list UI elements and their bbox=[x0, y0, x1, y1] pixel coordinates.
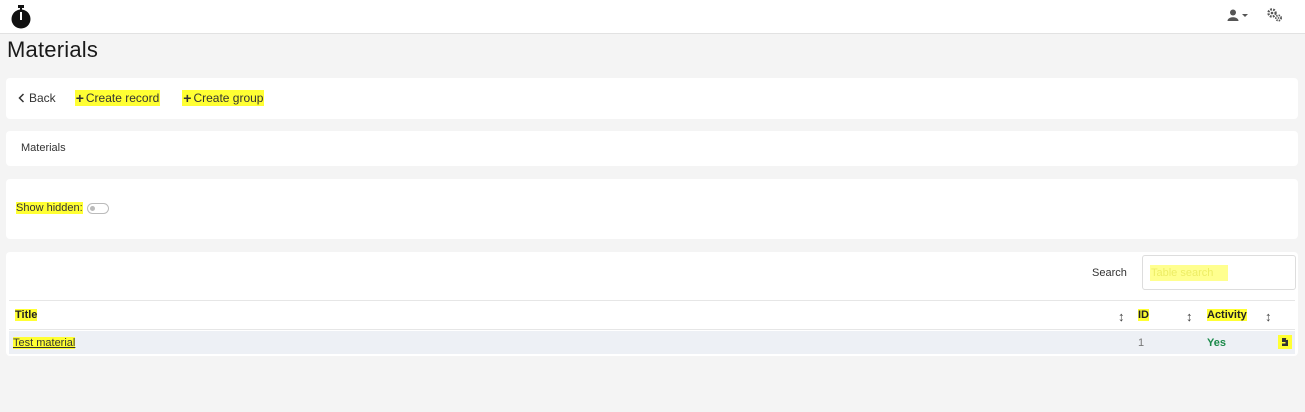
edit-document-icon bbox=[1280, 338, 1288, 346]
caret-down-icon bbox=[1242, 14, 1248, 17]
record-id: 1 bbox=[1138, 336, 1145, 349]
column-header-activity[interactable]: Activity bbox=[1207, 301, 1247, 329]
breadcrumb-card: Materials bbox=[6, 131, 1298, 166]
filter-card: Show hidden: bbox=[6, 179, 1298, 239]
stopwatch-icon[interactable] bbox=[10, 5, 32, 29]
create-record-label: Create record bbox=[85, 91, 160, 105]
table-search-input[interactable] bbox=[1142, 255, 1296, 290]
show-hidden-filter: Show hidden: bbox=[16, 202, 109, 214]
cell-activity: Yes bbox=[1207, 331, 1226, 354]
edit-record-button[interactable] bbox=[1278, 335, 1292, 349]
cell-id: 1 bbox=[1138, 331, 1144, 354]
table-row: Test material 1 Yes bbox=[9, 331, 1295, 354]
sort-id-icon[interactable]: ↕ bbox=[1186, 309, 1193, 324]
table-header: Title ↕ ID ↕ Activity ↕ bbox=[9, 300, 1295, 330]
back-button[interactable]: Back bbox=[18, 91, 56, 105]
plus-icon: + bbox=[75, 90, 84, 106]
sort-activity-icon[interactable]: ↕ bbox=[1265, 309, 1272, 324]
search-label: Search bbox=[1092, 267, 1127, 279]
show-hidden-label: Show hidden: bbox=[16, 202, 83, 214]
record-title-link[interactable]: Test material bbox=[13, 336, 76, 349]
create-group-button[interactable]: + Create group bbox=[182, 90, 265, 106]
create-group-label: Create group bbox=[193, 91, 264, 105]
column-header-title-label: Title bbox=[15, 309, 38, 321]
breadcrumb[interactable]: Materials bbox=[21, 142, 66, 154]
top-navbar bbox=[0, 0, 1305, 34]
toggle-knob bbox=[89, 205, 95, 211]
actions-card: Back + Create record + Create group bbox=[6, 78, 1298, 119]
plus-icon: + bbox=[183, 90, 192, 106]
settings-button[interactable] bbox=[1267, 8, 1283, 22]
column-header-activity-label: Activity bbox=[1207, 309, 1247, 321]
sort-title-icon[interactable]: ↕ bbox=[1118, 309, 1125, 324]
cell-title: Test material bbox=[13, 331, 76, 354]
column-header-id-label: ID bbox=[1138, 309, 1149, 321]
show-hidden-toggle[interactable] bbox=[86, 202, 109, 214]
gears-icon bbox=[1267, 8, 1282, 22]
chevron-left-icon bbox=[18, 93, 25, 103]
column-header-id[interactable]: ID bbox=[1138, 301, 1149, 329]
user-icon bbox=[1227, 9, 1239, 21]
back-button-label: Back bbox=[29, 91, 56, 105]
table-card: Search Title ↕ ID ↕ Activity ↕ Test mate… bbox=[6, 252, 1298, 356]
record-activity: Yes bbox=[1207, 336, 1226, 349]
actions-toolbar: Back + Create record + Create group bbox=[18, 90, 265, 106]
user-menu[interactable] bbox=[1227, 9, 1249, 21]
page-title: Materials bbox=[7, 37, 99, 62]
create-record-button[interactable]: + Create record bbox=[74, 90, 161, 106]
column-header-title[interactable]: Title bbox=[15, 301, 38, 329]
